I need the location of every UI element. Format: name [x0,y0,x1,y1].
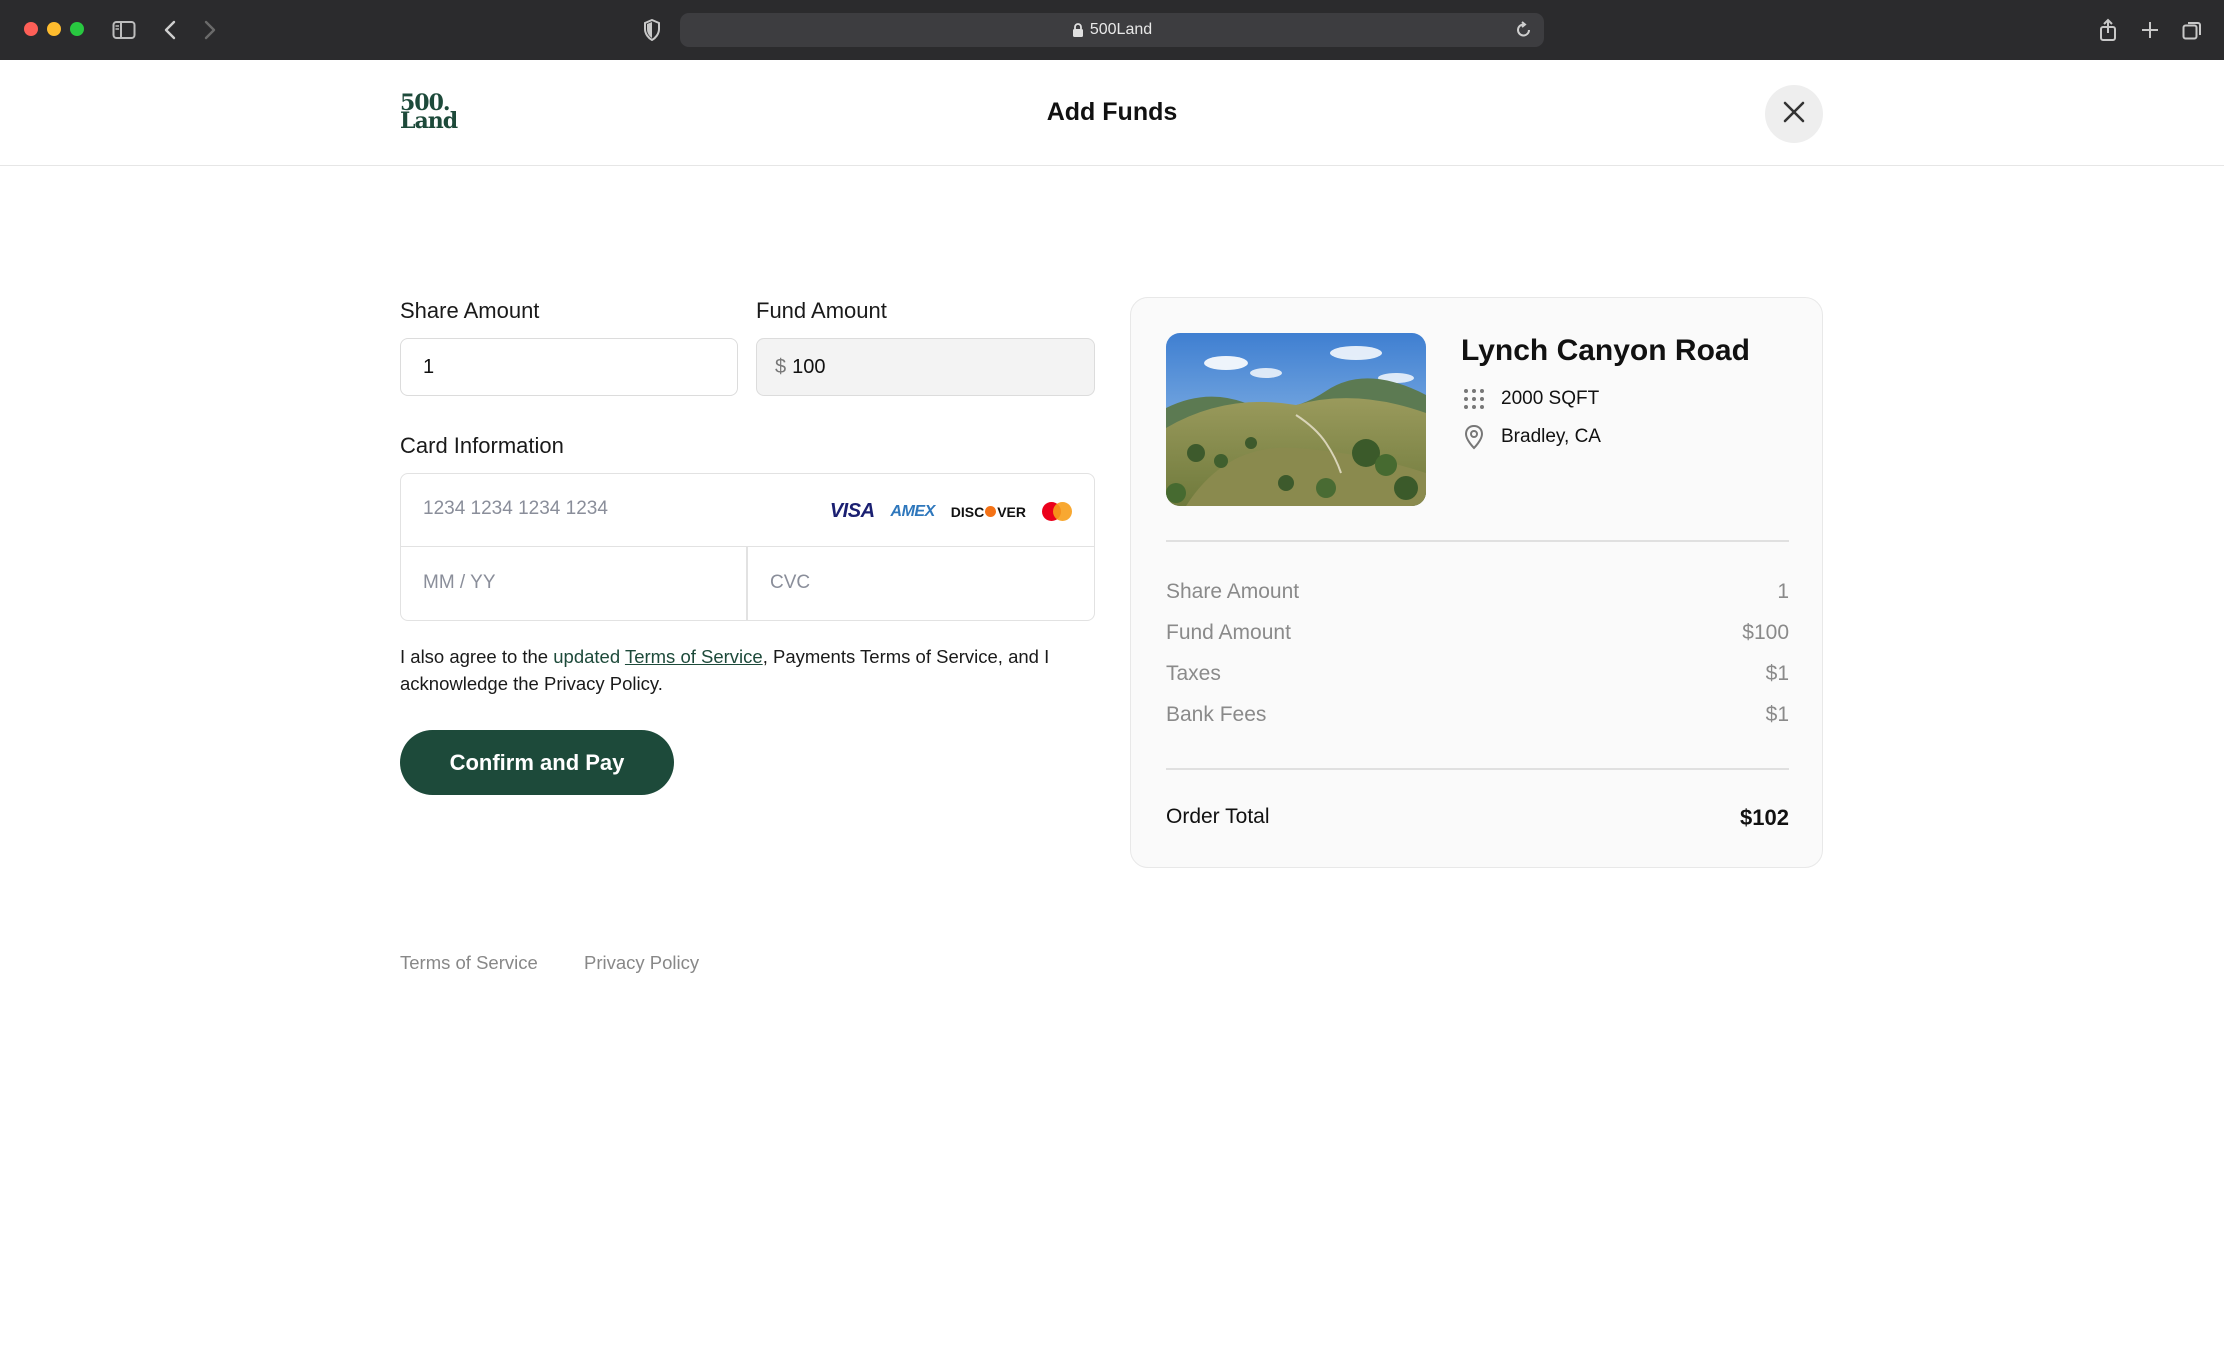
tabs-icon[interactable] [2178,16,2206,44]
card-brands: VISA AMEX DISC VER [830,500,1072,523]
summary-row-fund-amount: Fund Amount $100 [1166,621,1789,644]
discover-logo: DISC VER [950,503,1026,520]
currency-prefix: $ [775,355,787,378]
location-pin-icon [1461,424,1487,450]
reload-icon[interactable] [1516,21,1532,44]
forward-icon[interactable] [196,16,224,44]
order-summary-card: Lynch Canyon Road 2000 SQFT Bradley, CA … [1130,297,1823,868]
property-name: Lynch Canyon Road [1461,334,1750,367]
cvc-placeholder: CVC [770,572,811,593]
sidebar-icon[interactable] [110,16,138,44]
property-photo [1166,333,1426,506]
shield-icon[interactable] [638,16,666,44]
card-information-label: Card Information [400,433,564,458]
address-bar[interactable]: 500Land [680,13,1544,47]
url-text: 500Land [1089,21,1153,38]
expiry-placeholder: MM / YY [423,572,496,593]
close-icon [1783,101,1805,128]
summary-row-taxes: Taxes $1 [1166,662,1789,685]
back-icon[interactable] [156,16,184,44]
mastercard-logo [1042,501,1072,522]
summary-row-share-amount: Share Amount 1 [1166,580,1789,603]
share-amount-input[interactable]: 1 [400,338,738,396]
property-location-text: Bradley, CA [1501,426,1601,447]
summary-row-bank-fees: Bank Fees $1 [1166,703,1789,726]
card-secondary-row: MM / YY CVC [401,546,1094,620]
share-amount-label: Share Amount [400,298,540,323]
footer-terms-link[interactable]: Terms of Service [400,952,538,974]
confirm-and-pay-button[interactable]: Confirm and Pay [400,730,674,795]
terms-of-service-link[interactable]: Terms of Service [625,646,763,667]
order-total-row: Order Total $102 [1166,805,1789,831]
divider [1166,540,1789,542]
card-number-field[interactable]: 1234 1234 1234 1234 VISA AMEX DISC VER [401,474,1094,547]
footer-privacy-link[interactable]: Privacy Policy [584,952,699,974]
amex-logo: AMEX [890,502,936,520]
fund-amount-input[interactable]: $ 100 [756,338,1095,396]
visa-logo: VISA [829,500,875,522]
browser-toolbar: 500Land [0,0,2224,61]
card-number-placeholder: 1234 1234 1234 1234 [423,498,608,519]
updated-label: updated [553,646,621,667]
window-minimize-button[interactable] [47,22,61,36]
window-zoom-button[interactable] [70,22,84,36]
terms-agreement: I also agree to the updated Terms of Ser… [400,646,1050,694]
page-title: Add Funds [1046,98,1178,126]
property-area: 2000 SQFT [1461,386,1599,412]
new-tab-icon[interactable] [2136,16,2164,44]
cvc-field[interactable]: CVC [748,546,1094,620]
page-header: 500. Land Add Funds [0,60,2224,166]
lock-icon [1072,22,1084,38]
divider [1166,768,1789,770]
property-location: Bradley, CA [1461,424,1601,450]
card-information-field: 1234 1234 1234 1234 VISA AMEX DISC VER MM… [400,473,1095,621]
property-area-text: 2000 SQFT [1501,388,1600,409]
share-amount-value: 1 [423,355,435,378]
order-total-value: $102 [1740,805,1789,830]
expiry-field[interactable]: MM / YY [401,546,746,620]
grid-icon [1461,386,1487,412]
window-close-button[interactable] [24,22,38,36]
fund-amount-label: Fund Amount [756,298,887,323]
fund-amount-value: 100 [792,355,826,378]
close-button[interactable] [1765,85,1823,143]
order-total-label: Order Total [1166,805,1270,828]
share-icon[interactable] [2094,16,2122,44]
